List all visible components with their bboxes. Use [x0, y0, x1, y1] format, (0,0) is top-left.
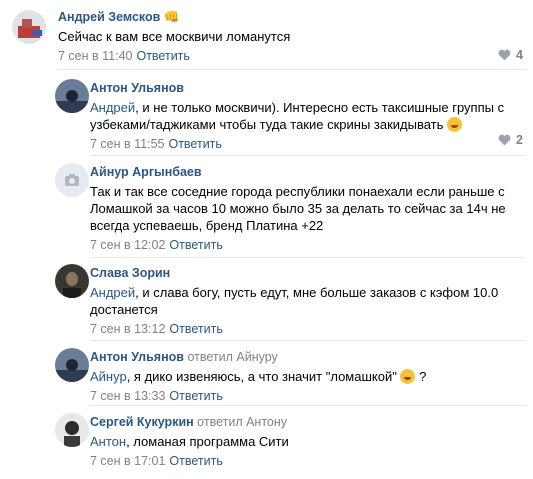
avatar[interactable] [55, 163, 89, 197]
avatar[interactable] [55, 413, 89, 447]
heart-icon [498, 134, 511, 146]
timestamp[interactable]: 7 сен в 11:40 [58, 49, 132, 63]
divider [90, 405, 525, 406]
comment-text: Андрей, и не только москвичи). Интересно… [90, 100, 505, 132]
timestamp[interactable]: 7 сен в 13:12 [90, 322, 165, 336]
avatar[interactable] [55, 264, 89, 298]
divider [90, 257, 525, 258]
author-name[interactable]: Сергей Кукуркин [90, 415, 194, 429]
like-button[interactable]: 2 [498, 133, 523, 147]
reply-button[interactable]: Ответить [136, 49, 189, 63]
mention-link[interactable]: Айнур [90, 369, 127, 384]
author-name[interactable]: Андрей Земсков [58, 10, 160, 24]
heart-icon [498, 49, 511, 61]
like-button[interactable]: 4 [498, 48, 523, 62]
author-name[interactable]: Антон Ульянов [90, 350, 184, 364]
divider [90, 340, 525, 341]
timestamp[interactable]: 7 сен в 17:01 [90, 454, 165, 468]
reply-button[interactable]: Ответить [168, 137, 221, 151]
like-count: 4 [516, 48, 523, 62]
like-count: 2 [516, 133, 523, 147]
mention-link[interactable]: Антон [90, 434, 126, 449]
replied-to[interactable]: ответил Айнуру [187, 350, 277, 364]
divider [90, 155, 525, 156]
author-name[interactable]: Айнур Аргынбаев [90, 164, 525, 180]
author-name[interactable]: Антон Ульянов [90, 80, 525, 96]
smile-emoji [400, 369, 416, 384]
author-name[interactable]: Слава Зорин [90, 265, 525, 281]
comment-text: Айнур, я дико извеняюсь, а что значит "л… [90, 369, 427, 384]
comment-text: Андрей, и слава богу, пусть едут, мне бо… [90, 285, 499, 317]
divider [58, 69, 525, 70]
comment-text: Так и так все соседние города республики… [90, 184, 506, 233]
mention-link[interactable]: Андрей [90, 285, 135, 300]
reply-button[interactable]: Ответить [169, 389, 222, 403]
avatar[interactable] [55, 79, 89, 113]
timestamp[interactable]: 7 сен в 12:02 [90, 238, 165, 252]
comment-text: Антон, ломаная программа Сити [90, 434, 289, 449]
comment-text: Сейчас к вам все москвичи ломанутся [58, 29, 291, 44]
rofl-emoji [447, 117, 463, 132]
reply-button[interactable]: Ответить [169, 322, 222, 336]
reply-button[interactable]: Ответить [169, 454, 222, 468]
avatar[interactable] [12, 10, 46, 44]
author-badge: 👊 [163, 10, 180, 24]
mention-link[interactable]: Андрей [90, 100, 135, 115]
avatar[interactable] [55, 348, 89, 382]
replied-to[interactable]: ответил Антону [197, 415, 287, 429]
reply-button[interactable]: Ответить [169, 238, 222, 252]
timestamp[interactable]: 7 сен в 13:33 [90, 389, 165, 403]
timestamp[interactable]: 7 сен в 11:55 [90, 137, 164, 151]
